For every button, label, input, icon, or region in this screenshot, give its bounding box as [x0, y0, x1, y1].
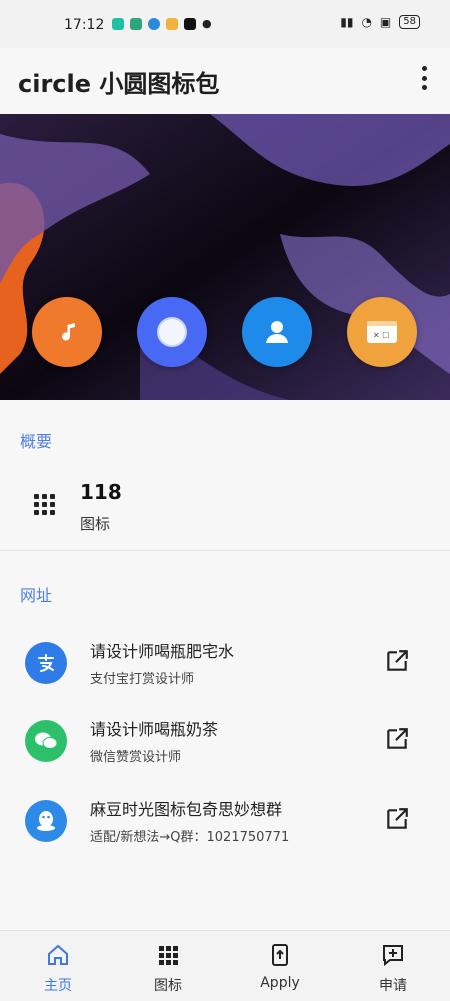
nav-home[interactable]: 主页 — [13, 931, 103, 1001]
notification-dot-icon: ● — [202, 17, 212, 30]
link-title: 请设计师喝瓶肥宅水 — [90, 642, 235, 661]
wifi-icon: ◔ — [361, 15, 372, 29]
link-subtitle: 微信赞赏设计师 — [90, 750, 182, 765]
theme-music-button[interactable] — [32, 297, 102, 367]
qq-icon — [25, 800, 67, 842]
status-notification-icons: ● — [112, 17, 212, 30]
link-subtitle: 支付宝打赏设计师 — [90, 672, 195, 687]
grid-icon — [159, 946, 178, 965]
request-icon — [383, 945, 403, 967]
svg-text:✕ ☐: ✕ ☐ — [373, 331, 389, 340]
link-title: 麻豆时光图标包奇思妙想群 — [90, 800, 283, 819]
theme-contacts-button[interactable] — [242, 297, 312, 367]
open-external-icon[interactable] — [384, 726, 410, 752]
signal-icon: ▮▮ — [340, 15, 354, 29]
theme-browser-button[interactable]: ✕ ☐ — [347, 297, 417, 367]
open-external-icon[interactable] — [384, 648, 410, 674]
notification-app-icon — [166, 17, 178, 30]
icon-count-value: 118 — [80, 480, 122, 504]
circle-icon — [157, 317, 187, 347]
open-external-icon[interactable] — [384, 806, 410, 832]
apply-icon — [272, 944, 288, 966]
links-section-label: 网址 — [20, 586, 53, 605]
grid-icon — [34, 494, 55, 515]
notification-app-icon — [130, 17, 142, 30]
nav-apply[interactable]: Apply — [235, 931, 325, 1001]
app-toolbar: circle 小圆图标包 — [0, 48, 450, 114]
link-subtitle: 适配/新想法→Q群：1021750771 — [90, 830, 290, 845]
nav-icons[interactable]: 图标 — [123, 931, 213, 1001]
alipay-icon — [25, 642, 67, 684]
sim-icon: ▣ — [379, 15, 392, 29]
music-note-icon — [62, 322, 75, 341]
link-wechat[interactable]: 请设计师喝瓶奶茶 微信赞赏设计师 — [0, 706, 450, 780]
status-time: 17:12 — [64, 17, 105, 33]
more-options-icon[interactable] — [420, 66, 428, 90]
bottom-navigation: 主页 图标 Apply 申请 — [0, 930, 450, 1001]
link-qq-group[interactable]: 麻豆时光图标包奇思妙想群 适配/新想法→Q群：1021750771 — [0, 786, 450, 860]
icon-count-label: 图标 — [80, 515, 111, 533]
tiktok-icon — [184, 17, 196, 30]
nav-label: 图标 — [154, 978, 182, 994]
browser-window-icon: ✕ ☐ — [367, 321, 397, 343]
nav-request[interactable]: 申请 — [348, 931, 438, 1001]
overview-section-label: 概要 — [20, 432, 53, 451]
notification-app-icon — [148, 17, 160, 30]
person-icon — [266, 321, 288, 343]
wechat-icon — [25, 720, 67, 762]
link-title: 请设计师喝瓶奶茶 — [90, 720, 219, 739]
notification-app-icon — [112, 17, 124, 30]
theme-circle-button[interactable] — [137, 297, 207, 367]
status-system-icons: ▮▮ ◔ ▣ 58 — [340, 15, 420, 29]
hero-banner: ✕ ☐ — [0, 114, 450, 400]
battery-icon: 58 — [399, 15, 420, 29]
status-bar: 17:12 ● ▮▮ ◔ ▣ 58 — [0, 0, 450, 48]
home-icon — [48, 944, 68, 965]
link-alipay[interactable]: 请设计师喝瓶肥宅水 支付宝打赏设计师 — [0, 628, 450, 702]
nav-label: Apply — [260, 975, 300, 991]
page-title: circle 小圆图标包 — [18, 70, 220, 98]
icon-count-row[interactable]: 118 图标 — [0, 468, 450, 548]
nav-label: 申请 — [379, 978, 407, 994]
section-divider — [0, 550, 450, 551]
nav-label: 主页 — [44, 978, 72, 994]
